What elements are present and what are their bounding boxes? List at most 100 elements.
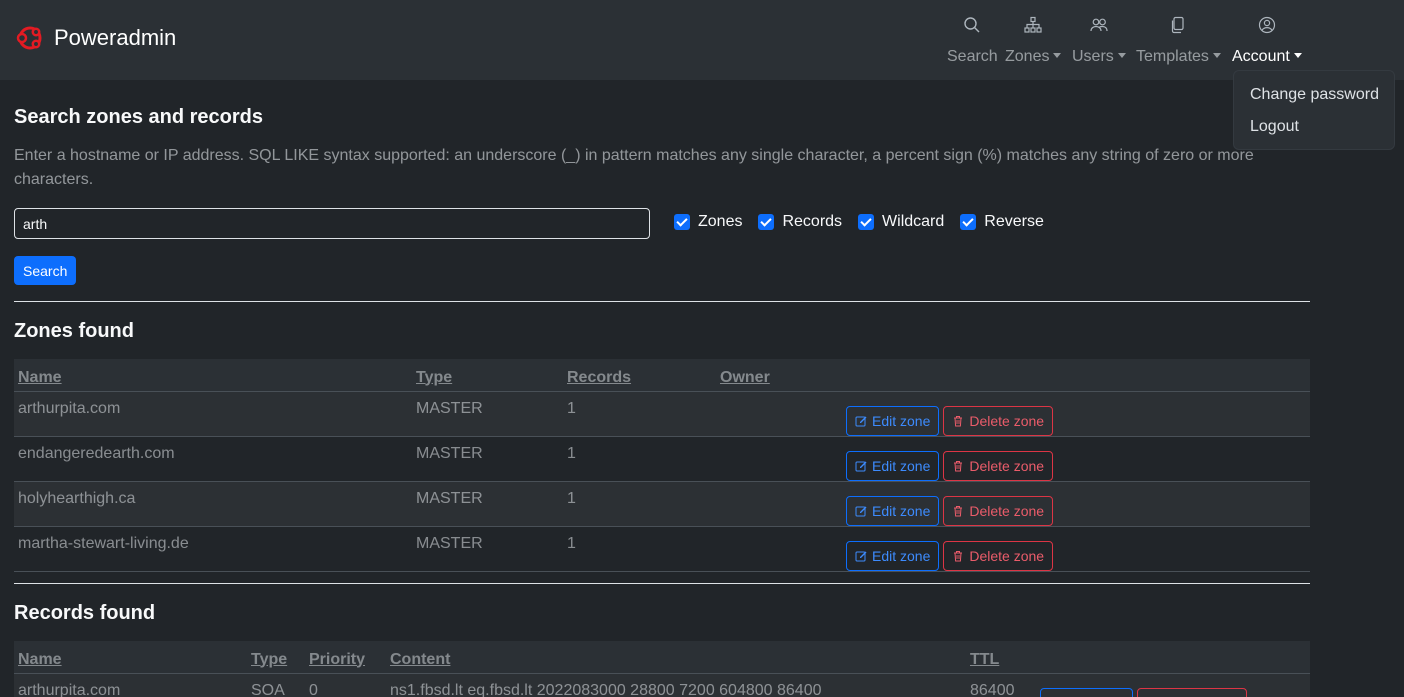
nav-users[interactable]: Users bbox=[1072, 16, 1126, 66]
filter-records-label: Records bbox=[782, 213, 843, 230]
users-icon bbox=[1090, 18, 1108, 32]
record-content: ns1.fbsd.lt eq.fbsd.lt 2022083000 28800 … bbox=[386, 673, 966, 697]
search-button[interactable]: Search bbox=[14, 256, 77, 285]
records-header-content[interactable]: Content bbox=[386, 641, 966, 674]
nav-search[interactable]: Search bbox=[947, 16, 998, 66]
trash-icon bbox=[954, 550, 963, 561]
chevron-down-icon bbox=[1053, 53, 1062, 58]
edit-zone-label: Edit zone bbox=[872, 502, 931, 519]
zone-name: holyhearthigh.ca bbox=[14, 481, 412, 527]
delete-zone-label: Delete zone bbox=[969, 547, 1045, 564]
pencil-square-icon bbox=[855, 461, 867, 471]
change-password-item[interactable]: Change password bbox=[1234, 79, 1394, 111]
edit-zone-button[interactable]: Edit zone bbox=[846, 495, 940, 526]
chevron-down-icon bbox=[1212, 53, 1221, 58]
chevron-down-icon bbox=[1293, 53, 1302, 58]
zones-found-title: Zones found bbox=[14, 320, 134, 342]
zone-type: MASTER bbox=[412, 436, 563, 482]
edit-zone-button[interactable]: Edit zone bbox=[1040, 687, 1134, 697]
filter-zones[interactable]: Zones bbox=[674, 213, 742, 231]
pencil-square-icon bbox=[855, 416, 867, 426]
records-header-ttl[interactable]: TTL bbox=[966, 641, 1036, 674]
filter-wildcard[interactable]: Wildcard bbox=[858, 213, 944, 231]
zone-owner bbox=[716, 526, 842, 572]
edit-zone-button[interactable]: Edit zone bbox=[846, 540, 940, 571]
zones-header-records[interactable]: Records bbox=[563, 359, 716, 392]
wildcard-checkbox[interactable] bbox=[858, 214, 875, 230]
poweradmin-logo-icon bbox=[16, 26, 42, 50]
trash-icon bbox=[954, 415, 963, 426]
records-found-title: Records found bbox=[14, 602, 156, 624]
filter-records[interactable]: Records bbox=[758, 213, 842, 231]
divider bbox=[14, 583, 1310, 584]
zone-owner bbox=[716, 436, 842, 482]
edit-zone-label: Edit zone bbox=[872, 412, 931, 429]
pencil-square-icon bbox=[855, 506, 867, 516]
brand-name: Poweradmin bbox=[54, 25, 177, 50]
person-circle-icon bbox=[1258, 16, 1276, 34]
zones-header-owner[interactable]: Owner bbox=[716, 359, 842, 392]
trash-icon bbox=[954, 460, 963, 471]
edit-zone-label: Edit zone bbox=[872, 457, 931, 474]
nav-zones-label: Zones bbox=[1005, 48, 1050, 65]
zone-row: arthurpita.com MASTER 1 Edit zone Delete zon… bbox=[14, 391, 1310, 437]
filter-zones-label: Zones bbox=[698, 213, 743, 230]
record-row: arthurpita.com SOA 0 ns1.fbsd.lt eq.fbsd.lt… bbox=[14, 673, 1310, 697]
zone-row: martha-stewart-living.de MASTER 1 Edit zone… bbox=[14, 526, 1310, 572]
delete-zone-button[interactable]: Delete zone bbox=[943, 450, 1054, 481]
zones-header-type[interactable]: Type bbox=[412, 359, 563, 392]
zones-header-name[interactable]: Name bbox=[14, 359, 412, 392]
records-header-actions bbox=[1036, 641, 1310, 674]
zone-name: arthurpita.com bbox=[14, 391, 412, 437]
zone-owner bbox=[716, 481, 842, 527]
records-checkbox[interactable] bbox=[758, 214, 775, 230]
edit-zone-button[interactable]: Edit zone bbox=[846, 450, 940, 481]
trash-icon bbox=[954, 505, 963, 516]
logout-item[interactable]: Logout bbox=[1234, 111, 1394, 143]
records-header-priority[interactable]: Priority bbox=[305, 641, 386, 674]
zone-name: martha-stewart-living.de bbox=[14, 526, 412, 572]
nav-users-label: Users bbox=[1072, 48, 1114, 65]
filter-reverse[interactable]: Reverse bbox=[960, 213, 1044, 231]
sitemap-icon bbox=[1024, 16, 1042, 33]
nav-zones[interactable]: Zones bbox=[1005, 16, 1062, 66]
chevron-down-icon bbox=[1117, 53, 1126, 58]
record-type: SOA bbox=[247, 673, 305, 697]
navbar: Poweradmin Search Zones Users Templates … bbox=[0, 0, 1404, 80]
search-input[interactable] bbox=[14, 208, 650, 239]
zone-row: endangeredearth.com MASTER 1 Edit zone Delet… bbox=[14, 436, 1310, 482]
search-help-text: Enter a hostname or IP address. SQL LIKE… bbox=[14, 147, 1254, 188]
zones-table: Name Type Records Owner arthurpita.com MA… bbox=[14, 359, 1310, 572]
edit-zone-button[interactable]: Edit zone bbox=[846, 405, 940, 436]
page-title: Search zones and records bbox=[14, 106, 263, 128]
account-dropdown: Change password Logout bbox=[1233, 70, 1395, 150]
record-ttl: 86400 bbox=[966, 673, 1036, 697]
delete-zone-label: Delete zone bbox=[969, 412, 1045, 429]
delete-zone-button[interactable]: Delete zone bbox=[1137, 687, 1248, 697]
zone-records: 1 bbox=[563, 436, 716, 482]
record-priority: 0 bbox=[305, 673, 386, 697]
filter-wildcard-label: Wildcard bbox=[882, 213, 945, 230]
zone-type: MASTER bbox=[412, 391, 563, 437]
nav-account-label: Account bbox=[1232, 48, 1290, 65]
reverse-checkbox[interactable] bbox=[960, 214, 977, 230]
brand[interactable]: Poweradmin bbox=[16, 24, 176, 52]
nav-search-label: Search bbox=[947, 48, 998, 65]
filter-reverse-label: Reverse bbox=[984, 213, 1044, 230]
nav-templates[interactable]: Templates bbox=[1136, 16, 1221, 66]
zone-name: endangeredearth.com bbox=[14, 436, 412, 482]
records-header-name[interactable]: Name bbox=[14, 641, 247, 674]
zone-row: holyhearthigh.ca MASTER 1 Edit zone Delete z… bbox=[14, 481, 1310, 527]
delete-zone-button[interactable]: Delete zone bbox=[943, 495, 1054, 526]
copy-icon bbox=[1172, 16, 1185, 34]
zone-records: 1 bbox=[563, 526, 716, 572]
delete-zone-button[interactable]: Delete zone bbox=[943, 540, 1054, 571]
records-table: Name Type Priority Content TTL arthurpit… bbox=[14, 641, 1310, 697]
nav-templates-label: Templates bbox=[1136, 48, 1209, 65]
search-icon bbox=[964, 17, 980, 33]
records-header-type[interactable]: Type bbox=[247, 641, 305, 674]
delete-zone-button[interactable]: Delete zone bbox=[943, 405, 1054, 436]
nav-account[interactable]: Account bbox=[1232, 16, 1302, 66]
zones-checkbox[interactable] bbox=[674, 214, 690, 230]
edit-zone-label: Edit zone bbox=[872, 547, 931, 564]
